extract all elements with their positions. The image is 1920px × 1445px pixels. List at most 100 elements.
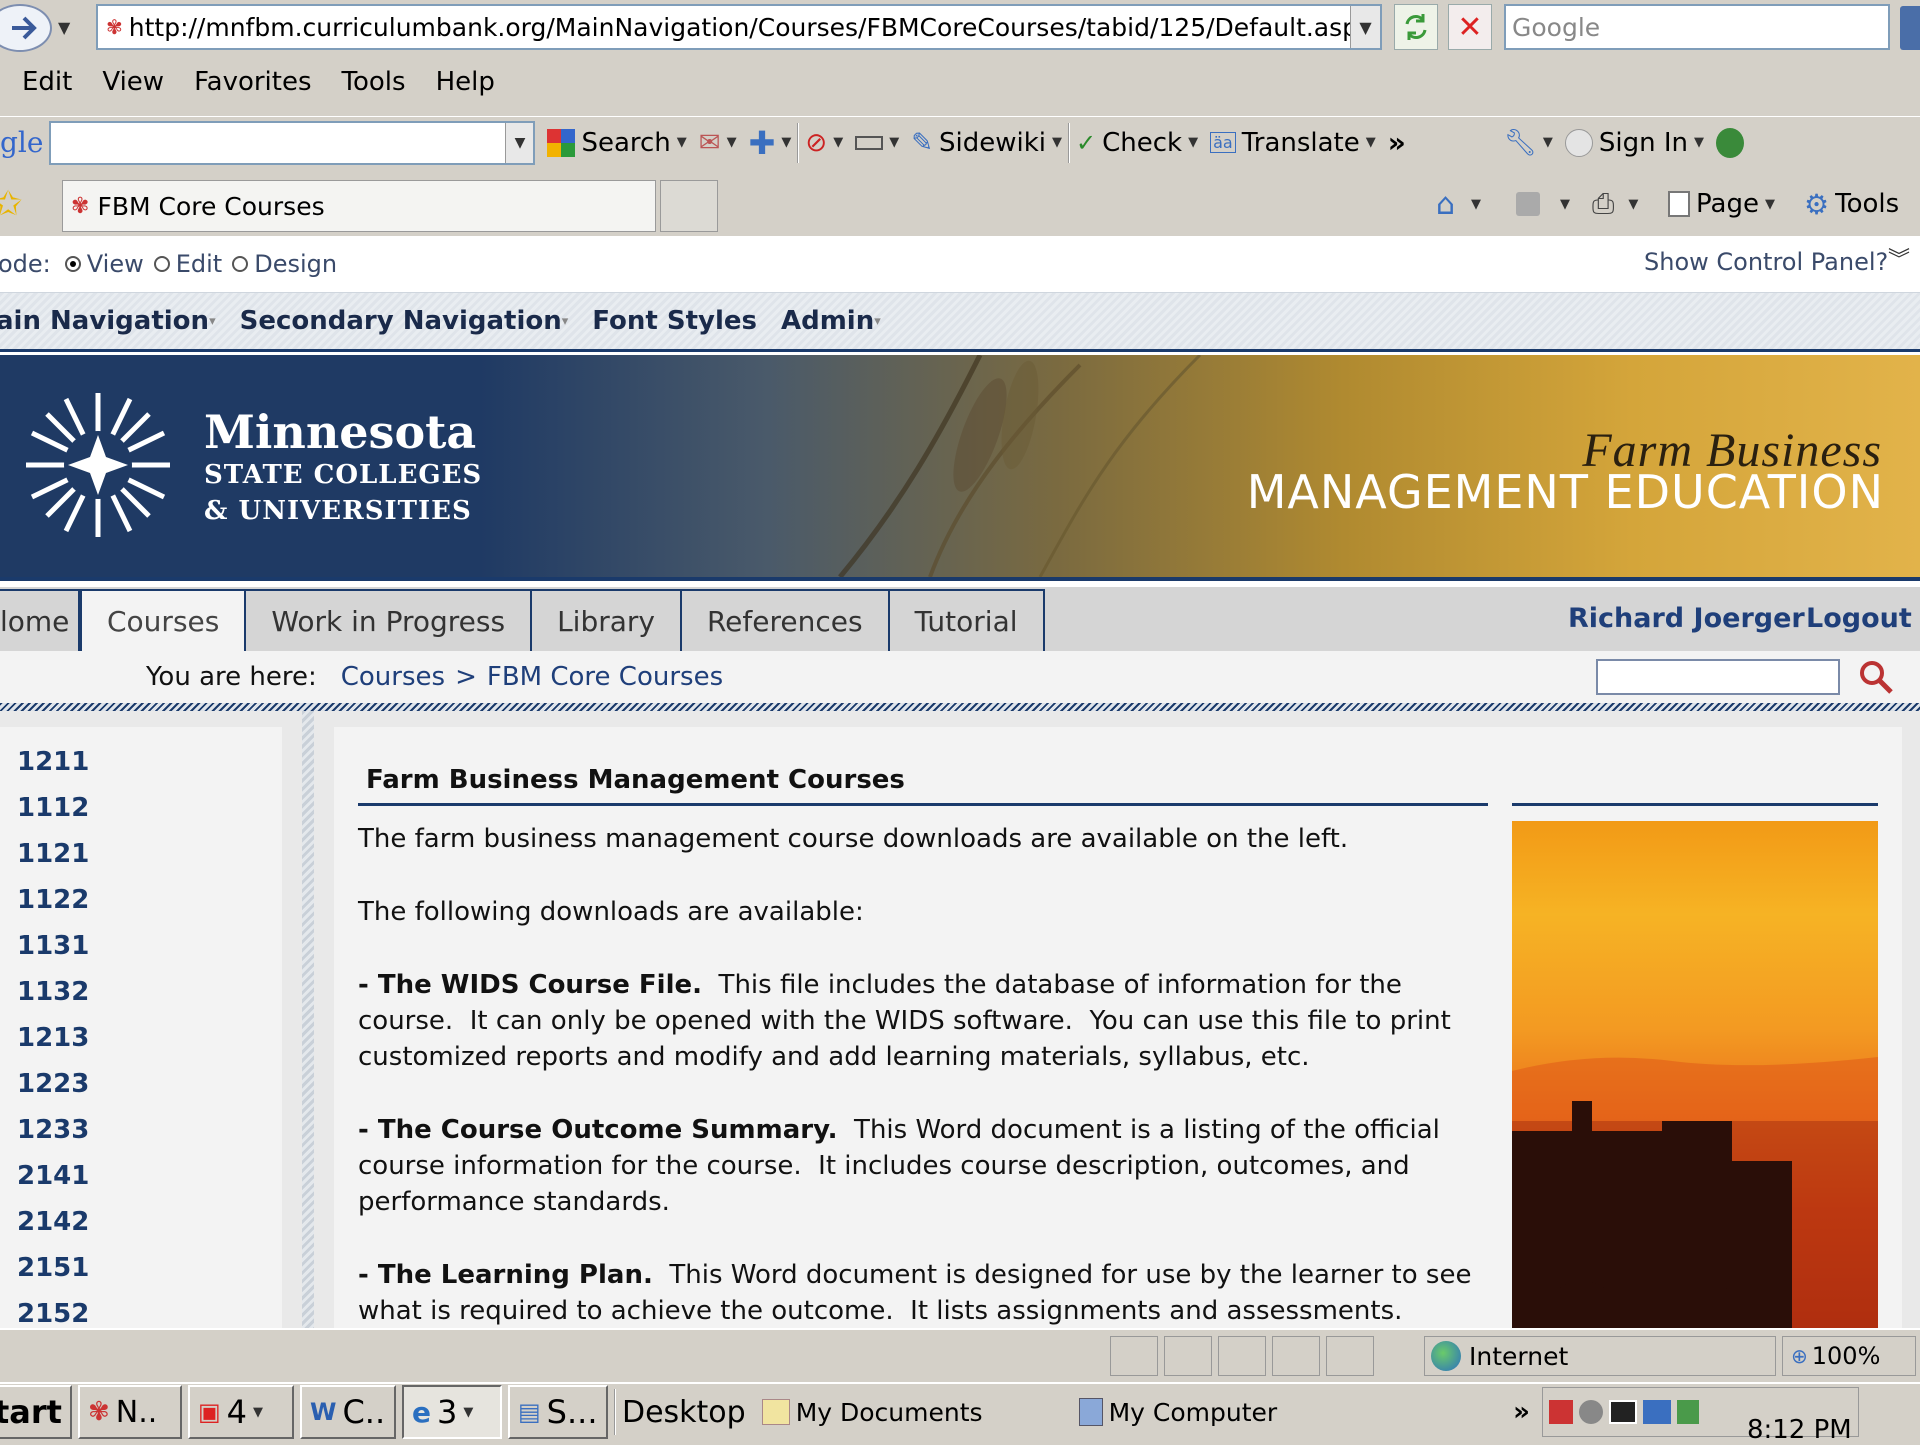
new-tab-button[interactable] xyxy=(660,180,718,232)
google-toolbar: gle ▼ Search ▼ ✉ ▼ ✚ ▼ ⊘ ▼ ▼ ✎ Sidewiki ▼ ✓ C… xyxy=(0,116,1920,168)
url-dropdown[interactable]: ▼ xyxy=(1350,6,1380,48)
logout-link[interactable]: Logout xyxy=(1806,603,1912,634)
history-dropdown[interactable]: ▼ xyxy=(58,18,70,37)
security-zone[interactable]: Internet xyxy=(1424,1336,1776,1376)
left-nav-item[interactable]: 1122 xyxy=(0,877,282,923)
desktop-shortcut[interactable]: Desktop xyxy=(622,1395,746,1430)
left-nav-item[interactable]: 2142 xyxy=(0,1199,282,1245)
admin-menu-secondary-navigation[interactable]: Secondary Navigation xyxy=(240,306,562,336)
left-nav-item[interactable]: 1213 xyxy=(0,1015,282,1061)
network-icon[interactable] xyxy=(1548,1400,1573,1424)
google-logo: gle xyxy=(0,126,44,159)
left-nav-item[interactable]: 2141 xyxy=(0,1153,282,1199)
site-search-input[interactable] xyxy=(1596,659,1840,695)
sign-in-button[interactable]: Sign In ▼ xyxy=(1559,119,1710,167)
magnifier-icon[interactable] xyxy=(1858,659,1894,695)
display-icon[interactable] xyxy=(1608,1400,1637,1424)
taskbar-button-active[interactable]: e 3 ▼ xyxy=(401,1385,502,1439)
admin-menu-font-styles[interactable]: Font Styles xyxy=(592,306,757,336)
address-bar-row: ▼ ✾ http://mnfbm.curriculumbank.org/Main… xyxy=(0,0,1920,56)
tab-courses[interactable]: Courses xyxy=(80,589,247,651)
user-circle-icon xyxy=(1564,128,1593,157)
bookmarks-button[interactable]: ✉ ▼ xyxy=(693,119,743,167)
printer-icon: ⎙ xyxy=(1592,187,1615,220)
mode-edit-radio[interactable]: Edit xyxy=(153,250,222,278)
admin-menu-main-navigation[interactable]: ain Navigation xyxy=(0,306,209,336)
tray-overflow-chevron[interactable]: » xyxy=(1513,1397,1530,1427)
my-computer-shortcut[interactable]: My Computer xyxy=(1078,1398,1277,1427)
google-search-button[interactable]: Search ▼ xyxy=(541,119,692,167)
left-nav-item[interactable]: 2151 xyxy=(0,1245,282,1291)
favorites-star-icon[interactable]: ✩ xyxy=(0,184,23,224)
tab-home[interactable]: lome xyxy=(0,589,80,651)
tab-tutorial[interactable]: Tutorial xyxy=(889,589,1045,651)
page-menu-button[interactable]: Page ▼ xyxy=(1662,180,1781,228)
tab-command-bar: ✩ ✾ FBM Core Courses ⌂ ▼ ▼ ⎙ ▼ Page ▼ ⚙ Too… xyxy=(0,176,1920,234)
user-name-link[interactable]: Richard Joerger xyxy=(1568,603,1805,634)
menu-tools[interactable]: Tools xyxy=(342,67,406,97)
url-field[interactable]: ✾ http://mnfbm.curriculumbank.org/MainNa… xyxy=(96,4,1382,50)
search-go-button[interactable] xyxy=(1900,6,1920,50)
forward-button[interactable] xyxy=(0,4,52,52)
zoom-level[interactable]: ⊕ 100% xyxy=(1782,1336,1916,1376)
image-underline xyxy=(1512,803,1878,806)
logo-line-minnesota: Minnesota xyxy=(204,405,477,459)
menu-view[interactable]: View xyxy=(102,67,164,97)
google-search-field[interactable]: ▼ xyxy=(49,120,536,165)
home-button[interactable]: ⌂ ▼ xyxy=(1430,180,1487,228)
site-banner: Minnesota STATE COLLEGES & UNIVERSITIES … xyxy=(0,355,1920,577)
left-nav-item[interactable]: 1121 xyxy=(0,831,282,877)
menu-edit[interactable]: Edit xyxy=(22,67,72,97)
taskbar-button[interactable]: ✾ N.. xyxy=(77,1385,182,1439)
tab-library[interactable]: Library xyxy=(532,589,682,651)
mode-view-radio[interactable]: View xyxy=(64,250,144,278)
popup-blocker-button[interactable]: ⊘ ▼ xyxy=(799,119,849,167)
print-button[interactable]: ⎙ ▼ xyxy=(1586,180,1644,228)
start-button[interactable]: tart xyxy=(0,1385,72,1439)
menu-help[interactable]: Help xyxy=(436,67,495,97)
browser-tab-active[interactable]: ✾ FBM Core Courses xyxy=(62,180,656,232)
tab-references[interactable]: References xyxy=(681,589,890,651)
left-nav-item[interactable]: 2152 xyxy=(0,1291,282,1328)
menu-favorites[interactable]: Favorites xyxy=(194,67,311,97)
search-box[interactable]: Google xyxy=(1504,4,1890,50)
updates-icon[interactable] xyxy=(1676,1400,1699,1424)
share-button[interactable]: ✚ ▼ xyxy=(743,119,798,167)
taskbar-button[interactable]: ▣ 4 ▼ xyxy=(187,1385,294,1439)
tab-work-in-progress[interactable]: Work in Progress xyxy=(246,589,533,651)
taskbar-button[interactable]: W C.. xyxy=(299,1385,396,1439)
left-nav-item[interactable]: 1211 xyxy=(0,739,282,785)
globe-icon[interactable] xyxy=(1715,127,1744,158)
spellcheck-button[interactable]: ✓ Check ▼ xyxy=(1070,119,1204,167)
left-nav-item[interactable]: 1131 xyxy=(0,923,282,969)
feeds-button[interactable]: ▼ xyxy=(1510,180,1576,228)
sidewiki-button[interactable]: ✎ Sidewiki ▼ xyxy=(905,119,1068,167)
autofill-button[interactable]: ▼ xyxy=(849,119,905,167)
my-documents-shortcut[interactable]: My Documents xyxy=(761,1398,983,1427)
translate-button[interactable]: äa Translate ▼ xyxy=(1204,119,1382,167)
left-nav-item[interactable]: 1223 xyxy=(0,1061,282,1107)
refresh-button[interactable] xyxy=(1394,4,1438,50)
clock: 8:12 PM xyxy=(1746,1415,1852,1445)
radio-empty-icon xyxy=(232,256,249,272)
mode-design-radio[interactable]: Design xyxy=(232,250,337,278)
breadcrumb-courses-link[interactable]: Courses xyxy=(341,662,445,692)
breadcrumb-current[interactable]: FBM Core Courses xyxy=(487,662,723,692)
webcam-icon[interactable] xyxy=(1578,1400,1603,1424)
left-nav-item[interactable]: 1233 xyxy=(0,1107,282,1153)
left-nav-item[interactable]: 1112 xyxy=(0,785,282,831)
left-nav-item[interactable]: 1132 xyxy=(0,969,282,1015)
home-icon: ⌂ xyxy=(1436,186,1456,222)
status-pane xyxy=(1110,1336,1158,1376)
content-heading: Farm Business Management Courses xyxy=(366,765,905,795)
toolbar-overflow-chevron[interactable]: » xyxy=(1388,126,1406,159)
page-viewport: ode: View Edit Design Show Control Panel… xyxy=(0,236,1920,1328)
chevron-down-double-icon[interactable]: ︾ xyxy=(1888,242,1910,274)
tools-menu-button[interactable]: ⚙ Tools xyxy=(1798,180,1905,228)
stop-button[interactable]: ✕ xyxy=(1448,4,1492,50)
volume-icon[interactable] xyxy=(1642,1400,1671,1424)
toolbar-settings-button[interactable]: 🔧︎ ▼ xyxy=(1498,119,1559,167)
taskbar-button[interactable]: ▤ S... xyxy=(507,1385,608,1439)
admin-menu-admin[interactable]: Admin xyxy=(781,306,874,336)
show-control-panel-link[interactable]: Show Control Panel? xyxy=(1644,248,1888,276)
